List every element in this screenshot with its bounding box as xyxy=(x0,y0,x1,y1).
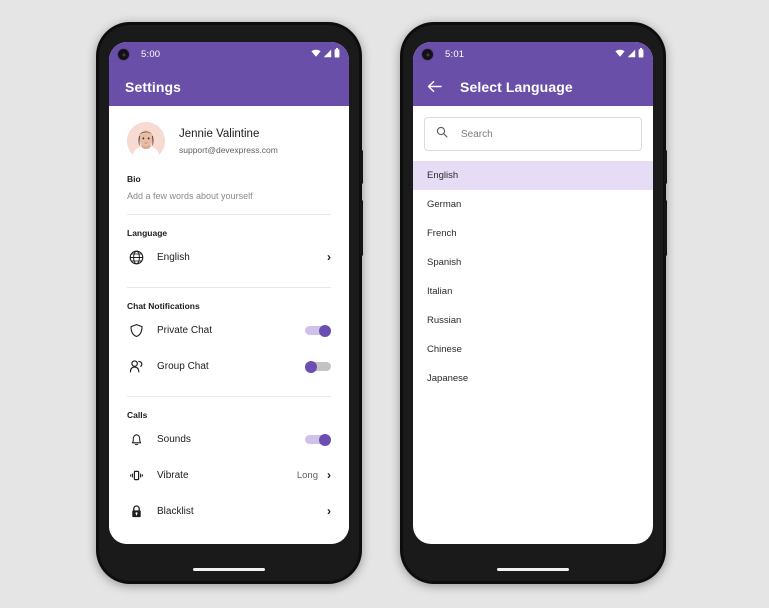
language-item-german[interactable]: German xyxy=(413,190,653,219)
bell-icon xyxy=(127,432,145,447)
settings-row-label: English xyxy=(157,251,190,263)
volume-button[interactable] xyxy=(360,200,363,256)
toggle-sounds[interactable] xyxy=(305,433,331,446)
toggle-private-chat[interactable] xyxy=(305,324,331,337)
status-bar: 5:00 xyxy=(109,42,349,67)
language-item-english[interactable]: English xyxy=(413,161,653,190)
status-bar-clock: 5:01 xyxy=(445,49,465,60)
select-language-screen: 5:01 Select Language Search English Germ… xyxy=(413,42,653,544)
language-item-chinese[interactable]: Chinese xyxy=(413,335,653,364)
gesture-nav-pill[interactable] xyxy=(193,568,265,571)
bio-placeholder: Add a few words about yourself xyxy=(127,191,253,201)
row-trailing: › xyxy=(327,505,331,517)
status-bar: 5:01 xyxy=(413,42,653,67)
row-trailing: Long › xyxy=(297,469,331,481)
toggle-thumb xyxy=(305,360,317,373)
shield-icon xyxy=(127,323,145,338)
phone-device-settings: 5:00 Settings Jennie Valintine support@d… xyxy=(96,22,363,584)
settings-row-label: Blacklist xyxy=(157,505,194,517)
bio-label: Bio xyxy=(127,174,141,184)
row-trailing xyxy=(305,324,331,337)
battery-icon xyxy=(638,48,644,61)
search-input[interactable]: Search xyxy=(424,117,642,151)
gesture-nav-pill[interactable] xyxy=(497,568,569,571)
globe-icon xyxy=(127,250,145,265)
row-trailing xyxy=(305,433,331,446)
status-bar-icons xyxy=(615,48,644,61)
row-trailing xyxy=(305,360,331,373)
settings-row-language[interactable]: English › xyxy=(109,240,349,274)
cellular-signal-icon xyxy=(627,49,636,61)
search-placeholder: Search xyxy=(461,128,493,140)
profile-name: Jennie Valintine xyxy=(179,128,260,141)
settings-title-row: Settings xyxy=(109,67,349,106)
settings-content: Jennie Valintine support@devexpress.com … xyxy=(109,106,349,544)
vibrate-value: Long xyxy=(296,469,318,481)
cellular-signal-icon xyxy=(323,49,332,61)
settings-row-sounds[interactable]: Sounds xyxy=(109,422,349,456)
profile-text: Jennie Valintine support@devexpress.com xyxy=(179,127,278,154)
page-title: Select Language xyxy=(460,78,573,95)
settings-row-label: Private Chat xyxy=(157,324,213,336)
language-list: English German French Spanish Italian Ru… xyxy=(413,161,653,393)
settings-row-label: Group Chat xyxy=(157,360,209,372)
chevron-right-icon: › xyxy=(327,250,331,264)
settings-appbar: 5:00 Settings xyxy=(109,42,349,106)
language-item-russian[interactable]: Russian xyxy=(413,306,653,335)
bio-section[interactable]: Bio Add a few words about yourself xyxy=(109,160,349,201)
lock-icon xyxy=(127,504,145,519)
row-trailing: › xyxy=(327,251,331,263)
settings-row-label: Vibrate xyxy=(157,469,189,481)
settings-row-label: Sounds xyxy=(157,433,191,445)
status-bar-icons xyxy=(311,48,340,61)
language-item-spanish[interactable]: Spanish xyxy=(413,248,653,277)
power-button[interactable] xyxy=(664,150,667,184)
back-arrow-icon[interactable] xyxy=(427,80,442,93)
page-title: Settings xyxy=(125,78,182,95)
chevron-right-icon: › xyxy=(327,504,331,518)
section-title-calls: Calls xyxy=(127,410,148,420)
language-item-japanese[interactable]: Japanese xyxy=(413,364,653,393)
language-title-row: Select Language xyxy=(413,67,653,106)
settings-row-vibrate[interactable]: Vibrate Long › xyxy=(109,458,349,492)
wifi-icon xyxy=(615,49,625,61)
camera-punchhole-icon xyxy=(421,48,434,61)
language-item-italian[interactable]: Italian xyxy=(413,277,653,306)
search-icon xyxy=(436,125,448,143)
settings-row-group-chat[interactable]: Group Chat xyxy=(109,349,349,383)
profile-header[interactable]: Jennie Valintine support@devexpress.com xyxy=(109,106,349,160)
section-title-language: Language xyxy=(127,228,168,238)
section-title-chat-notifications: Chat Notifications xyxy=(127,301,200,311)
settings-screen: 5:00 Settings Jennie Valintine support@d… xyxy=(109,42,349,544)
status-bar-clock: 5:00 xyxy=(141,49,161,60)
wifi-icon xyxy=(311,49,321,61)
avatar xyxy=(127,122,165,160)
settings-row-blacklist[interactable]: Blacklist › xyxy=(109,494,349,528)
vibrate-icon xyxy=(127,468,145,483)
language-appbar: 5:01 Select Language xyxy=(413,42,653,106)
group-icon xyxy=(127,359,145,374)
phone-device-language: 5:01 Select Language Search English Germ… xyxy=(400,22,667,584)
settings-row-private-chat[interactable]: Private Chat xyxy=(109,313,349,347)
toggle-thumb xyxy=(319,433,331,446)
language-item-french[interactable]: French xyxy=(413,219,653,248)
camera-punchhole-icon xyxy=(117,48,130,61)
profile-email: support@devexpress.com xyxy=(179,144,278,155)
toggle-thumb xyxy=(319,324,331,337)
volume-button[interactable] xyxy=(664,200,667,256)
chevron-right-icon: › xyxy=(327,468,331,482)
toggle-group-chat[interactable] xyxy=(305,360,331,373)
search-container: Search xyxy=(413,106,653,161)
battery-icon xyxy=(334,48,340,61)
screenshot-stage: 5:00 Settings Jennie Valintine support@d… xyxy=(0,0,769,608)
power-button[interactable] xyxy=(360,150,363,184)
